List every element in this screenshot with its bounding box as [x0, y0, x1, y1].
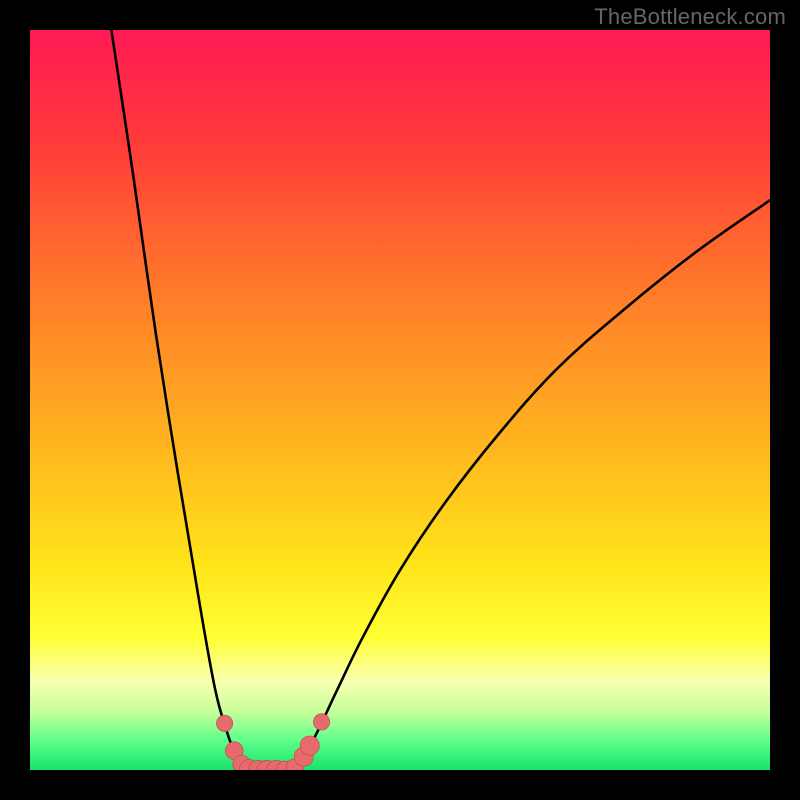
- data-marker: [313, 714, 329, 730]
- bottleneck-chart: [30, 30, 770, 770]
- watermark-text: TheBottleneck.com: [594, 4, 786, 30]
- data-marker: [300, 736, 319, 755]
- data-marker: [216, 715, 232, 731]
- gradient-background: [30, 30, 770, 770]
- plot-frame: [30, 30, 770, 770]
